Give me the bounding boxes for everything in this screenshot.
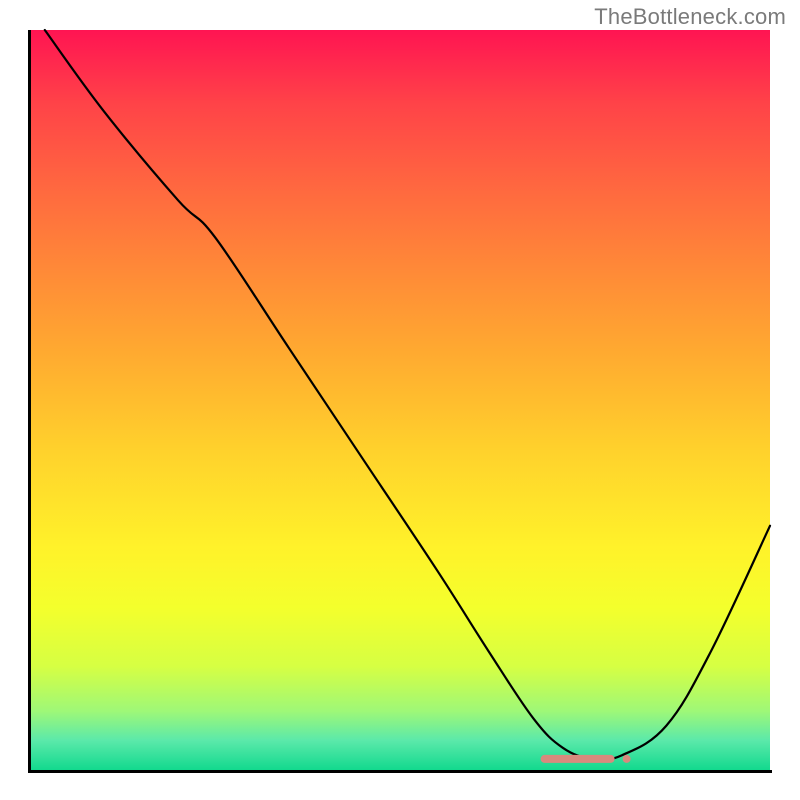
bottleneck-curve-svg (30, 30, 770, 770)
chart-plot-area (30, 30, 770, 770)
watermark-text: TheBottleneck.com (594, 4, 786, 30)
optimal-region-dot (623, 755, 631, 763)
optimal-region-bar (541, 755, 615, 763)
y-axis (28, 30, 31, 772)
x-axis (28, 770, 772, 773)
bottleneck-curve-path (45, 30, 770, 760)
